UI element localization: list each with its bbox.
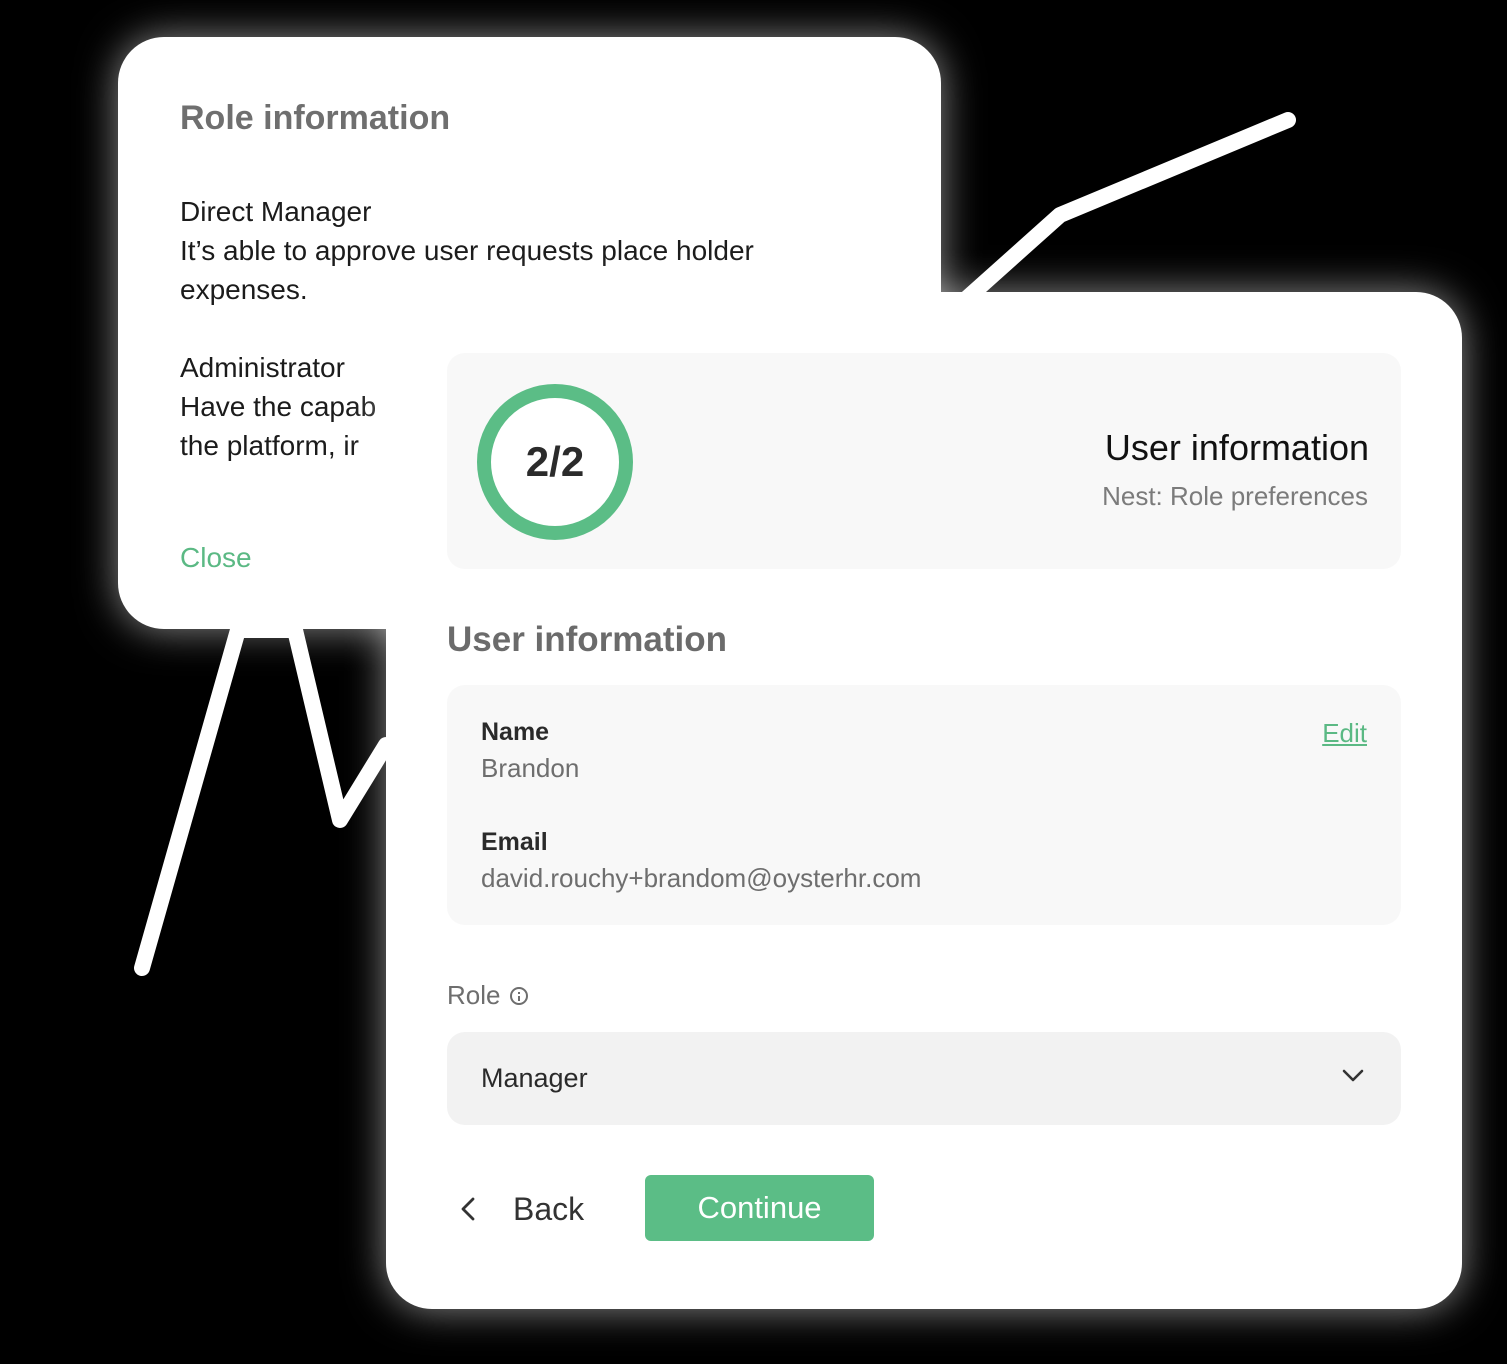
progress-step-text: 2/2 [525, 438, 585, 485]
name-label: Name [481, 718, 550, 746]
step-progress-panel: 2/2 User information Nest: Role preferen… [447, 353, 1401, 569]
role-entry-description-continued: the platform, ir [180, 430, 359, 461]
role-select[interactable]: Manager [447, 1032, 1401, 1125]
role-label-text: Role [447, 980, 501, 1010]
chevron-down-icon [1342, 1069, 1364, 1082]
email-value: david.rouchy+brandom@oysterhr.com [481, 863, 922, 893]
next-step-text: Nest: Role preferences [1102, 481, 1368, 511]
user-details-panel: Name Brandon Edit Email david.rouchy+bra… [447, 685, 1401, 925]
back-label: Back [513, 1190, 585, 1227]
role-entry-description: Have the capab [180, 391, 377, 422]
stage: Role information Direct Manager It’s abl… [0, 0, 1507, 1364]
close-button[interactable]: Close [180, 542, 252, 574]
user-information-card: 2/2 User information Nest: Role preferen… [386, 292, 1462, 1309]
role-information-title: Role information [180, 99, 451, 137]
edit-link[interactable]: Edit [1322, 718, 1367, 749]
info-circle-icon[interactable] [510, 986, 529, 1005]
role-entry-name: Direct Manager [180, 196, 372, 227]
role-field-label: Role [447, 980, 529, 1011]
email-label: Email [481, 828, 548, 856]
continue-label: Continue [697, 1190, 822, 1225]
role-entry-name: Administrator [180, 352, 345, 383]
step-title: User information [1104, 427, 1369, 468]
progress-ring: 2/2 [477, 384, 633, 540]
back-button[interactable]: Back [447, 1176, 584, 1242]
section-title: User information [447, 620, 728, 659]
role-select-value: Manager [481, 1063, 588, 1093]
chevron-left-icon [461, 1197, 475, 1221]
name-value: Brandon [481, 753, 580, 783]
continue-button[interactable]: Continue [645, 1175, 874, 1241]
